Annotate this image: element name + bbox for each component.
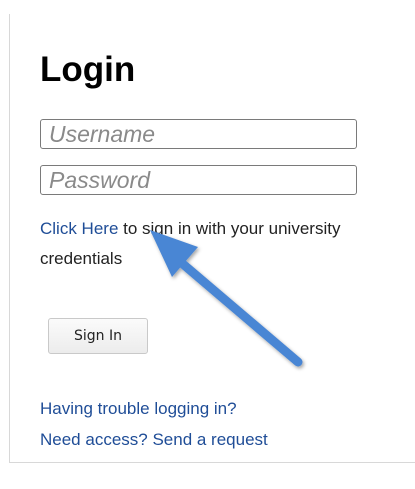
username-input[interactable]	[40, 119, 357, 149]
trouble-logging-in-link[interactable]: Having trouble logging in?	[40, 398, 237, 420]
click-here-link[interactable]: Click Here	[40, 219, 118, 238]
request-access-link[interactable]: Need access? Send a request	[40, 429, 268, 451]
sign-in-button[interactable]: Sign In	[48, 318, 148, 354]
university-signin-text: Click Here to sign in with your universi…	[40, 214, 380, 274]
page-title: Login	[40, 50, 136, 89]
password-input[interactable]	[40, 165, 357, 195]
